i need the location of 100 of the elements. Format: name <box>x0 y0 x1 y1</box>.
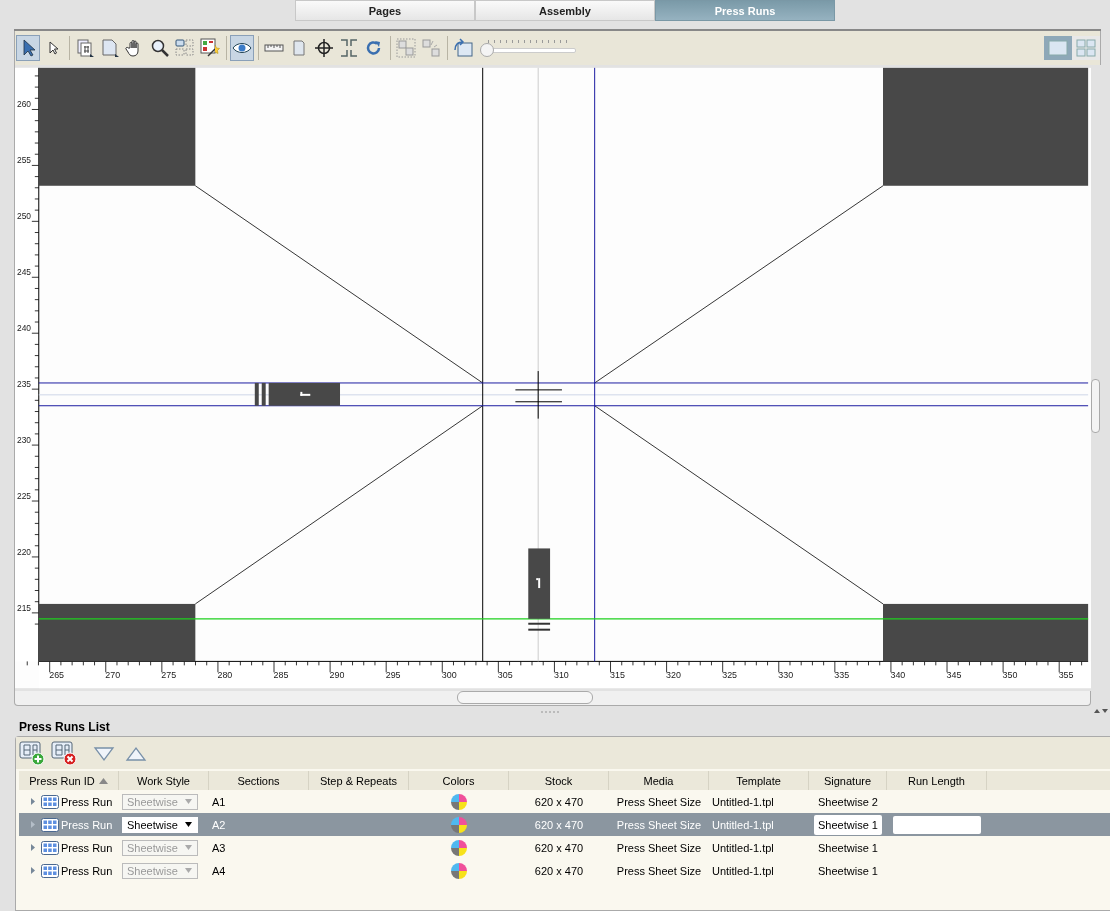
table-row[interactable]: Press Run Sheetwise A2 620 x 470 Press Sheet Size Untitled-1.tpl Sheetwise 1 <box>19 813 1110 836</box>
ruler-label: 345 <box>946 670 962 681</box>
ruler-label: 245 <box>17 267 31 278</box>
expand-icon[interactable] <box>29 866 37 875</box>
page-number-icon <box>75 38 95 58</box>
zoom-icon <box>150 38 170 58</box>
layout-icon <box>175 38 195 58</box>
table-row[interactable]: Press Run Sheetwise A4 620 x 470 Press Sheet Size Untitled-1.tpl Sheetwise 1 <box>19 859 1110 882</box>
ruler-label: 235 <box>17 379 31 390</box>
ruler-label: 240 <box>17 323 31 334</box>
column-header[interactable]: Signature <box>809 771 887 790</box>
colors-icon <box>450 815 468 834</box>
panel-title: Press Runs List <box>18 719 111 736</box>
media-text: Press Sheet Size <box>616 864 702 877</box>
ruler-label: 315 <box>610 670 625 681</box>
flip-icon <box>453 38 473 58</box>
grid-icon <box>41 863 59 878</box>
run-length-field[interactable] <box>893 815 981 834</box>
ruler-label: 290 <box>329 670 345 681</box>
ruler-label: 275 <box>161 670 177 681</box>
tab[interactable]: Pages <box>295 0 475 21</box>
column-header[interactable]: Template <box>709 771 809 790</box>
expand-icon[interactable] <box>29 797 37 806</box>
signature-field[interactable]: Sheetwise 1 <box>814 814 882 835</box>
ruler-label: 325 <box>722 670 738 681</box>
wizard-icon <box>200 38 220 58</box>
media-text: Press Sheet Size <box>616 795 702 808</box>
ruler-label: 300 <box>441 670 457 681</box>
ruler-label: 320 <box>666 670 681 681</box>
scrollbar-thumb[interactable] <box>1091 379 1101 433</box>
ruler-label: 255 <box>17 155 31 166</box>
ruler-label: 265 <box>49 670 65 681</box>
add-button[interactable] <box>18 739 46 767</box>
delete-button[interactable] <box>50 739 78 767</box>
ruler-label: 350 <box>1002 670 1018 681</box>
column-header[interactable]: Stock <box>509 771 609 790</box>
eye-tool-button[interactable] <box>230 35 254 61</box>
ruler-label: 280 <box>217 670 233 681</box>
sections-text: A2 <box>212 818 226 831</box>
ruler-label: 215 <box>17 602 31 613</box>
table-row[interactable]: Press Run Sheetwise A3 620 x 470 Press Sheet Size Untitled-1.tpl Sheetwise 1 <box>19 836 1110 859</box>
stock-text: 620 x 470 <box>534 864 584 877</box>
stock-text: 620 x 470 <box>534 841 584 854</box>
grid-icon <box>41 840 59 855</box>
run-id: Press Run <box>61 864 113 877</box>
signature-text: Sheetwise 2 <box>818 795 878 808</box>
ruler-label: 355 <box>1058 670 1074 681</box>
column-header[interactable]: Step & Repeats <box>309 771 409 790</box>
work-style-dropdown[interactable]: Sheetwise <box>122 816 198 833</box>
ungroup-icon <box>421 38 441 58</box>
scrollbar-thumb[interactable] <box>457 691 593 704</box>
signature-text: Sheetwise 1 <box>818 864 878 877</box>
group-icon <box>396 38 416 58</box>
template-text: Untitled-1.tpl <box>712 864 774 877</box>
sections-text: A4 <box>212 864 226 877</box>
signature-text: Sheetwise 1 <box>818 841 878 854</box>
ruler-label: 230 <box>17 435 31 446</box>
tab[interactable]: Assembly <box>475 0 655 21</box>
media-text: Press Sheet Size <box>616 818 702 831</box>
colors-icon <box>450 838 468 857</box>
ruler-label: 335 <box>834 670 850 681</box>
ruler-label: 250 <box>17 211 31 222</box>
run-id: Press Run <box>61 795 113 808</box>
zoom-slider[interactable] <box>480 38 576 58</box>
colors-icon <box>450 861 468 880</box>
crosshair-mark <box>514 370 563 420</box>
crosshair-icon <box>314 38 334 58</box>
run-id: Press Run <box>61 841 113 854</box>
ruler-label: 270 <box>105 670 121 681</box>
ruler-label: 220 <box>17 546 31 557</box>
ruler-label: 340 <box>890 670 906 681</box>
sections-text: A3 <box>212 841 226 854</box>
splitter-handle[interactable] <box>541 711 561 713</box>
ruler-label: 285 <box>273 670 289 681</box>
stock-text: 620 x 470 <box>534 818 584 831</box>
column-header[interactable]: Sections <box>209 771 309 790</box>
single-view-button[interactable] <box>1044 36 1072 60</box>
column-header[interactable]: Press Run ID <box>19 771 119 790</box>
template-text: Untitled-1.tpl <box>712 841 774 854</box>
ruler-label: 305 <box>497 670 513 681</box>
trim-marks-icon <box>339 38 359 58</box>
pointer-tool-button[interactable] <box>16 35 40 61</box>
ruler-label: 225 <box>17 491 31 502</box>
grid-icon <box>41 794 59 809</box>
column-header[interactable]: Colors <box>409 771 509 790</box>
table-row[interactable]: Press Run Sheetwise A1 620 x 470 Press Sheet Size Untitled-1.tpl Sheetwise 2 <box>19 790 1110 813</box>
grid-icon <box>41 817 59 832</box>
ruler-label: 310 <box>553 670 569 681</box>
ruler-label: 260 <box>17 99 31 110</box>
expand-icon[interactable] <box>29 843 37 852</box>
ruler-label: 330 <box>778 670 794 681</box>
sections-text: A1 <box>212 795 226 808</box>
collapse-arrows-icon[interactable] <box>1094 708 1108 714</box>
ruler-label: 295 <box>385 670 401 681</box>
column-header[interactable]: Media <box>609 771 709 790</box>
media-text: Press Sheet Size <box>616 841 702 854</box>
colors-icon <box>450 792 468 811</box>
column-header[interactable]: Work Style <box>119 771 209 790</box>
column-header[interactable]: Run Length <box>887 771 987 790</box>
run-id: Press Run <box>61 818 113 831</box>
